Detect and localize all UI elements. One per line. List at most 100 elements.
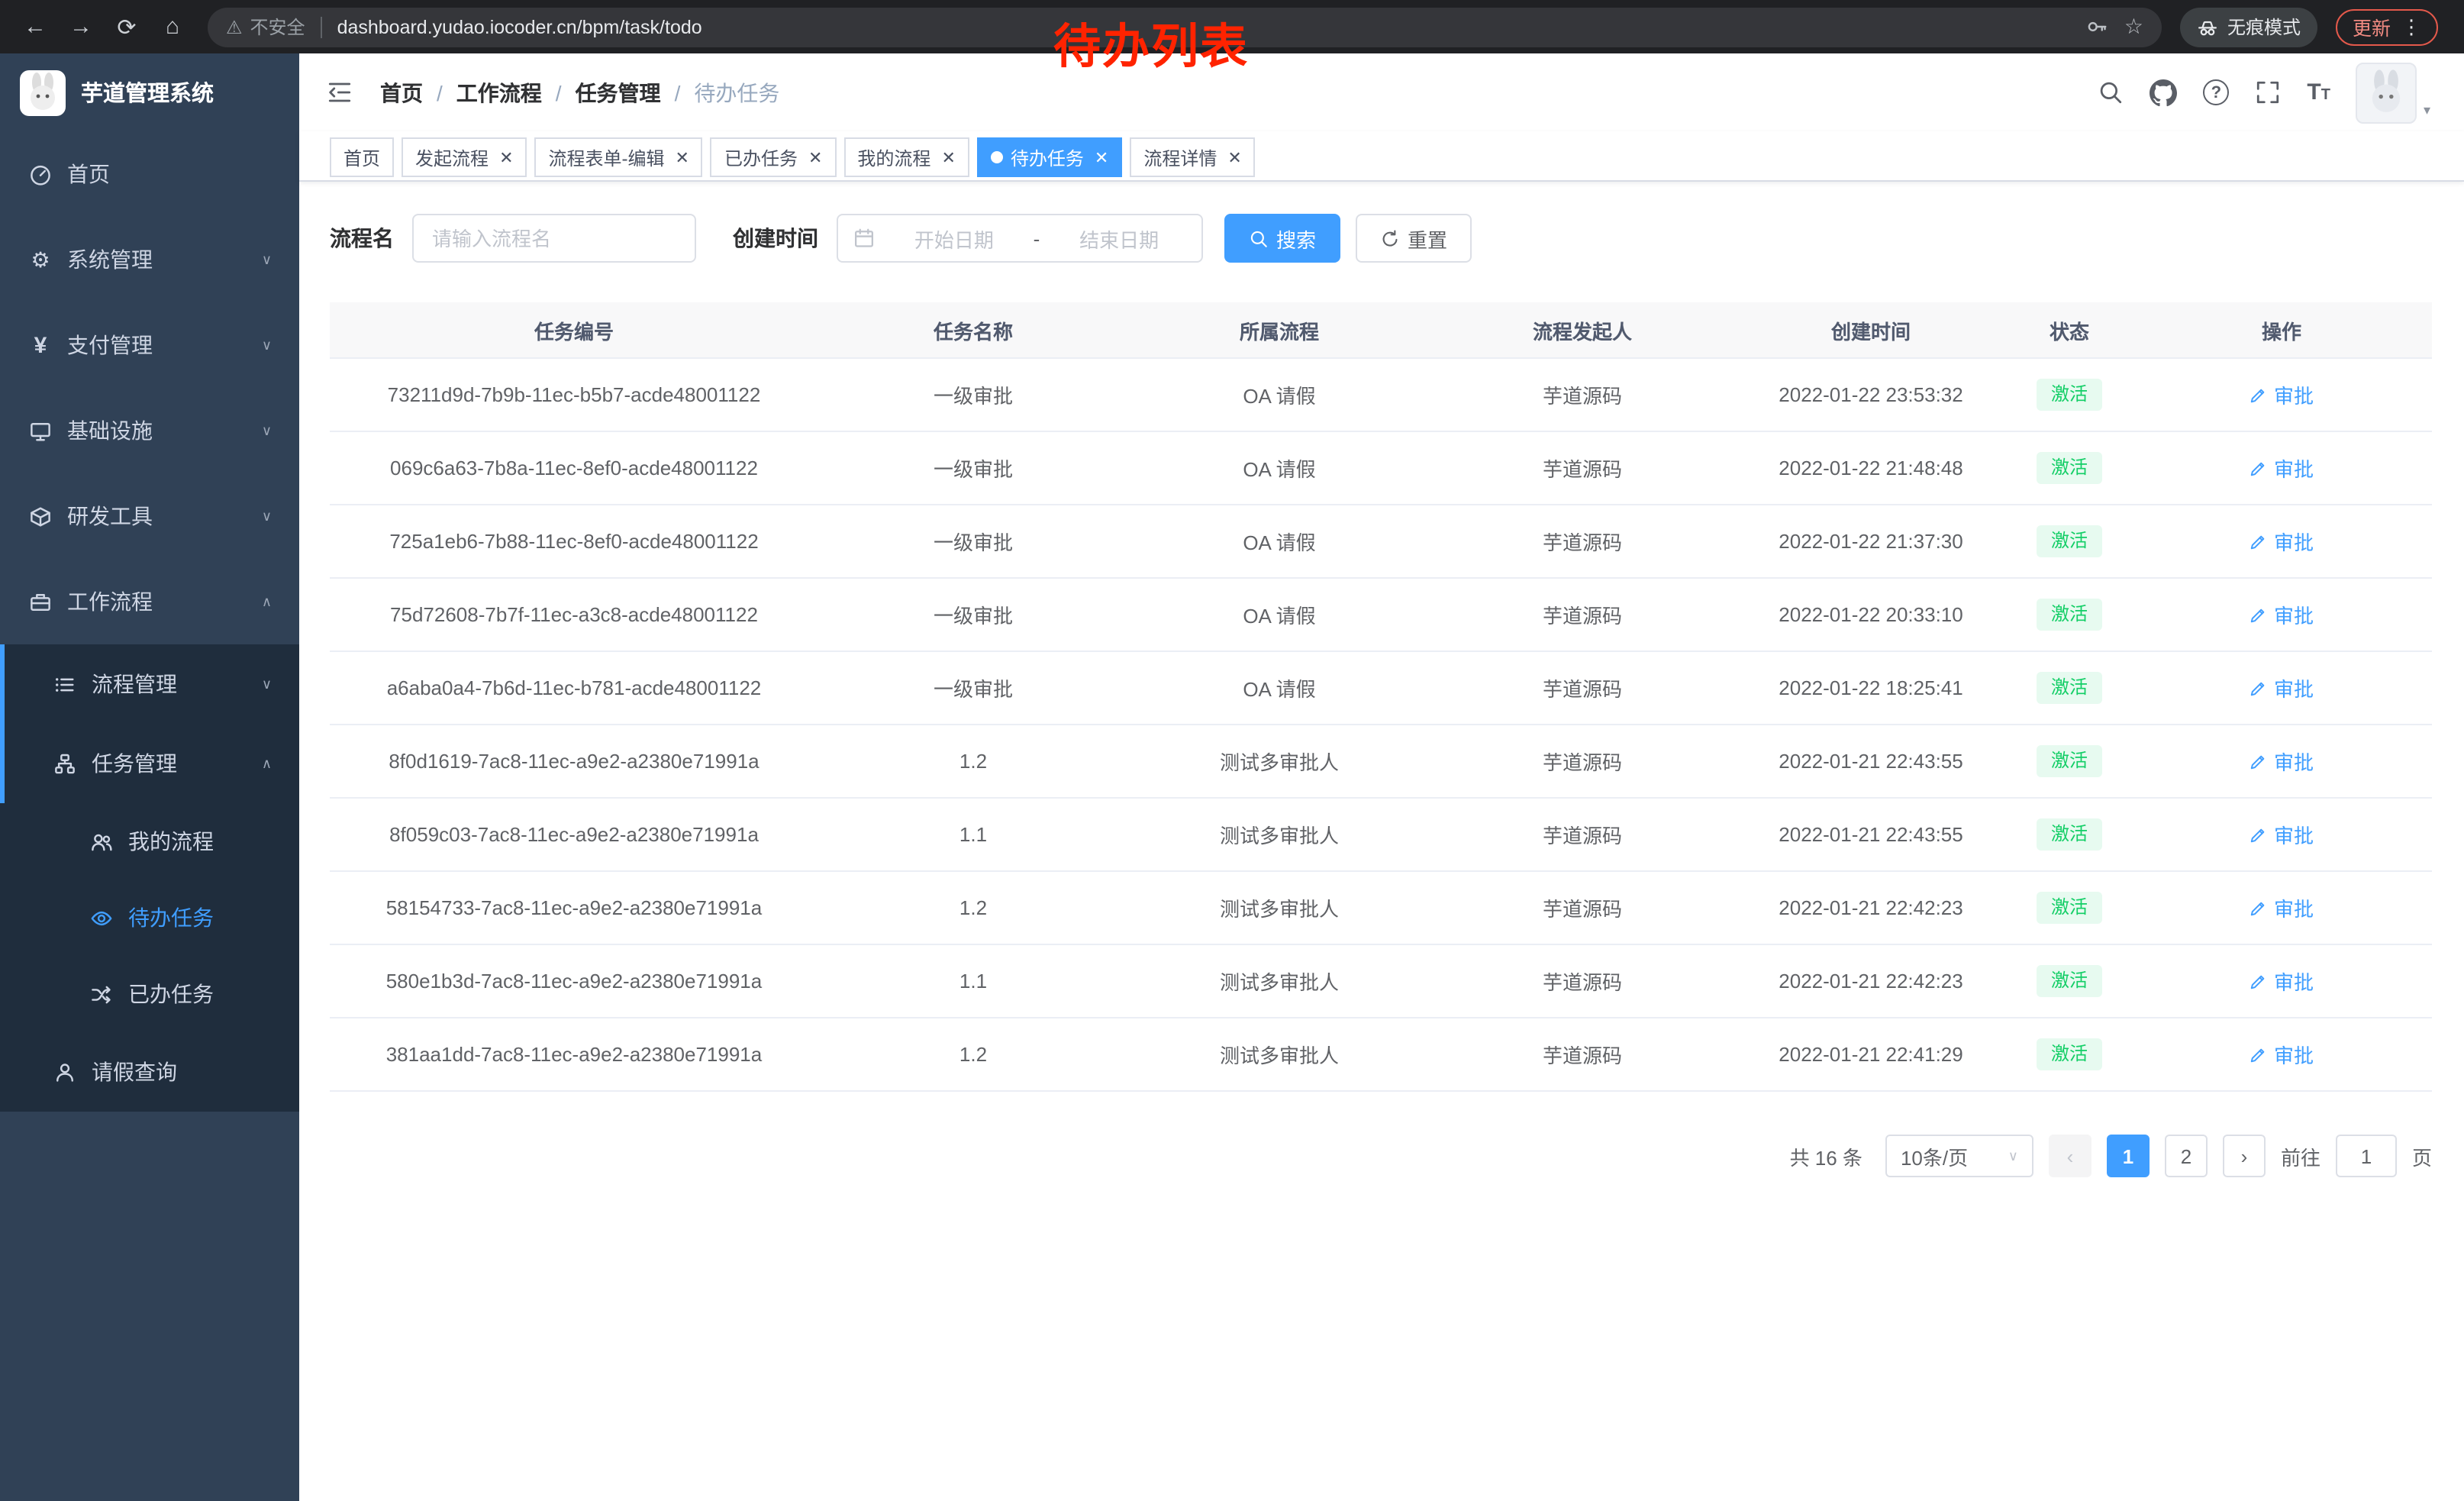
table-row: 069c6a63-7b8a-11ec-8ef0-acde48001122 一级审… [330,432,2432,505]
sidebar-item-devtools[interactable]: 研发工具 ∨ [0,473,299,559]
page-content: 流程名 创建时间 开始日期 - 结束日期 搜索 重 [299,182,2464,1501]
breadcrumb-task-mgmt[interactable]: 任务管理 [576,77,661,108]
status-badge: 激活 [2037,1039,2101,1070]
next-page-button[interactable]: › [2223,1135,2266,1177]
sidebar-item-infrastructure[interactable]: 基础设施 ∨ [0,388,299,473]
calendar-icon [853,228,875,249]
column-header-task-id: 任务编号 [330,302,818,357]
reload-button[interactable]: ⟳ [107,7,147,47]
forward-button[interactable]: → [61,7,101,47]
browser-menu-icon[interactable]: ⋮ [2401,15,2421,39]
bookmark-star-icon[interactable]: ☆ [2124,14,2143,40]
approve-link[interactable]: 审批 [2250,380,2314,409]
task-mgmt-submenu: 我的流程 待办任务 已办任务 [0,803,299,1032]
cell-process: OA 请假 [1128,579,1430,650]
sidebar-item-done-task[interactable]: 已办任务 [0,956,299,1032]
date-range-picker[interactable]: 开始日期 - 结束日期 [837,214,1203,263]
sidebar-item-task-mgmt[interactable]: 任务管理 ∧ [0,724,299,803]
cell-create-time: 2022-01-22 18:25:41 [1734,652,2008,724]
reset-button[interactable]: 重置 [1356,214,1472,263]
status-badge: 激活 [2037,379,2101,411]
sidebar-item-system[interactable]: ⚙ 系统管理 ∨ [0,217,299,302]
tab-done-task[interactable]: 已办任务✕ [711,137,836,177]
github-icon[interactable] [2150,79,2177,106]
back-button[interactable]: ← [15,7,55,47]
status-badge: 激活 [2037,819,2101,851]
close-icon[interactable]: ✕ [499,147,513,167]
home-button[interactable]: ⌂ [153,7,192,47]
goto-page-input[interactable] [2336,1135,2397,1177]
table-row: 381aa1dd-7ac8-11ec-a9e2-a2380e71991a 1.2… [330,1018,2432,1092]
sidebar-item-home[interactable]: 首页 [0,131,299,217]
close-icon[interactable]: ✕ [1227,147,1241,167]
close-icon[interactable]: ✕ [941,147,955,167]
page-button-2[interactable]: 2 [2165,1135,2208,1177]
search-button[interactable]: 搜索 [1224,214,1340,263]
font-size-icon[interactable]: TT [2307,81,2330,104]
close-icon[interactable]: ✕ [676,147,689,167]
search-icon[interactable] [2098,79,2124,105]
table-body: 73211d9d-7b9b-11ec-b5b7-acde48001122 一级审… [330,359,2432,1092]
cell-starter: 芋道源码 [1430,432,1734,504]
tab-my-process[interactable]: 我的流程✕ [843,137,969,177]
pagination: 共 16 条 10条/页 ∨ ‹ 1 2 › 前往 页 [330,1135,2432,1177]
breadcrumb-home[interactable]: 首页 [380,77,423,108]
column-header-create-time: 创建时间 [1734,302,2008,357]
sidebar-item-todo-task[interactable]: 待办任务 [0,880,299,956]
tab-start-process[interactable]: 发起流程✕ [402,137,527,177]
user-menu[interactable]: ▾ [2356,62,2430,123]
approve-link[interactable]: 审批 [2250,527,2314,556]
cell-create-time: 2022-01-22 20:33:10 [1734,579,2008,650]
page-size-select[interactable]: 10条/页 ∨ [1885,1135,2033,1177]
approve-link[interactable]: 审批 [2250,820,2314,849]
approve-link[interactable]: 审批 [2250,454,2314,483]
status-badge: 激活 [2037,893,2101,924]
close-icon[interactable]: ✕ [808,147,822,167]
approve-link[interactable]: 审批 [2250,673,2314,702]
breadcrumb-workflow[interactable]: 工作流程 [456,77,542,108]
sidebar-item-payment[interactable]: ¥ 支付管理 ∨ [0,302,299,388]
prev-page-button[interactable]: ‹ [2049,1135,2091,1177]
close-icon[interactable]: ✕ [1095,147,1108,167]
password-key-icon[interactable] [2086,15,2109,38]
cell-create-time: 2022-01-21 22:42:23 [1734,872,2008,944]
caret-down-icon: ▾ [2424,102,2430,118]
sidebar-item-leave-query[interactable]: 请假查询 [0,1032,299,1112]
approve-link[interactable]: 审批 [2250,1040,2314,1069]
approve-link[interactable]: 审批 [2250,967,2314,996]
sidebar-item-process-mgmt[interactable]: 流程管理 ∨ [0,644,299,724]
approve-link[interactable]: 审批 [2250,600,2314,629]
status-badge: 激活 [2037,746,2101,777]
fullscreen-icon[interactable] [2255,79,2281,105]
cell-task-name: 一级审批 [818,652,1128,724]
process-name-input[interactable] [412,214,696,263]
column-header-status: 状态 [2008,302,2131,357]
cell-starter: 芋道源码 [1430,1018,1734,1090]
update-button[interactable]: 更新 ⋮ [2336,8,2438,45]
page-button-1[interactable]: 1 [2107,1135,2150,1177]
security-label[interactable]: 不安全 [250,14,305,40]
start-date-placeholder[interactable]: 开始日期 [887,224,1021,253]
tab-home[interactable]: 首页 [330,137,394,177]
table-row: 75d72608-7b7f-11ec-a3c8-acde48001122 一级审… [330,579,2432,652]
sidebar-collapse-button[interactable] [327,79,353,105]
cell-starter: 芋道源码 [1430,872,1734,944]
table-row: 8f059c03-7ac8-11ec-a9e2-a2380e71991a 1.1… [330,799,2432,872]
edit-pencil-icon [2250,605,2268,624]
cell-create-time: 2022-01-22 23:53:32 [1734,359,2008,431]
approve-link[interactable]: 审批 [2250,747,2314,776]
sidebar-item-workflow[interactable]: 工作流程 ∧ [0,559,299,644]
tab-todo-task[interactable]: 待办任务✕ [977,137,1122,177]
end-date-placeholder[interactable]: 结束日期 [1052,224,1186,253]
total-count: 共 16 条 [1790,1141,1863,1170]
tab-process-detail[interactable]: 流程详情✕ [1130,137,1255,177]
avatar [2356,62,2417,123]
process-name-label: 流程名 [330,223,394,253]
edit-pencil-icon [2250,386,2268,404]
help-icon[interactable]: ? [2203,79,2229,105]
sidebar-item-my-process[interactable]: 我的流程 [0,803,299,880]
approve-link[interactable]: 审批 [2250,893,2314,922]
cell-process: 测试多审批人 [1128,945,1430,1017]
cell-process: 测试多审批人 [1128,1018,1430,1090]
tab-form-edit[interactable]: 流程表单-编辑✕ [535,137,703,177]
